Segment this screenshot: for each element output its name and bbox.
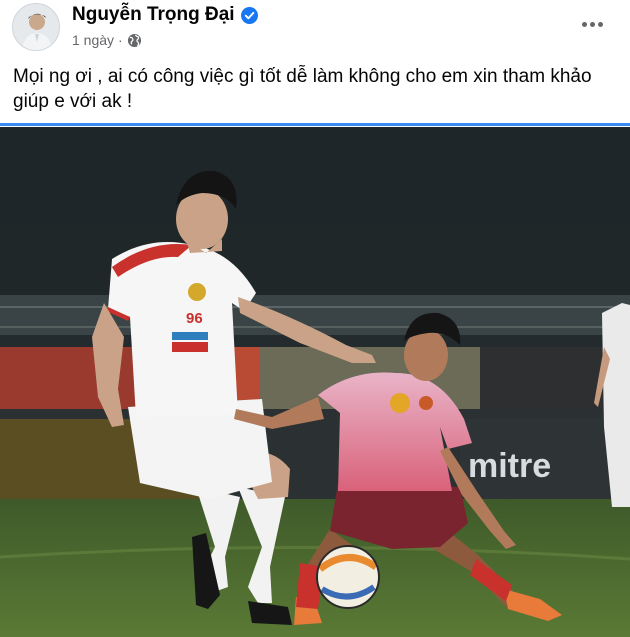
post-text-line-1: Mọi ng ơi , ai có công việc gì tốt dễ là…	[13, 66, 592, 87]
globe-icon[interactable]	[127, 33, 142, 48]
author-name[interactable]: Nguyễn Trọng Đại	[72, 4, 235, 26]
avatar-image	[13, 4, 59, 50]
post-meta: 1 ngày ·	[72, 32, 142, 48]
post-photo[interactable]: mitre 96	[0, 127, 630, 637]
more-options-icon[interactable]	[574, 10, 610, 38]
post-divider	[0, 123, 630, 126]
post-header: Nguyễn Trọng Đại 1 ngày ·	[0, 0, 630, 58]
post-time[interactable]: 1 ngày	[72, 32, 114, 48]
meta-separator: ·	[118, 32, 123, 48]
author-avatar[interactable]	[12, 3, 60, 51]
sponsor-text: mitre	[468, 447, 551, 485]
player-number: 96	[186, 310, 203, 327]
facebook-post: Nguyễn Trọng Đại 1 ngày · Mọi ng ơi , ai…	[0, 0, 630, 637]
football-photo: mitre 96	[0, 127, 630, 637]
verified-badge-icon	[240, 6, 258, 24]
author-name-row: Nguyễn Trọng Đại	[72, 4, 258, 26]
post-text: Mọi ng ơi , ai có công việc gì tốt dễ là…	[13, 64, 613, 114]
post-text-line-2: giúp e với ak !	[13, 91, 133, 112]
